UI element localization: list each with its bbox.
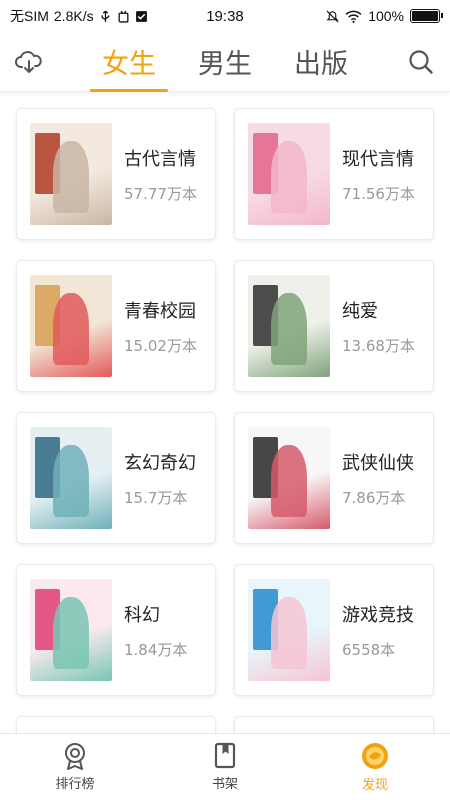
category-card[interactable]: 武侠仙侠 7.86万本 xyxy=(234,412,434,544)
category-card-partial[interactable] xyxy=(234,716,434,733)
nav-discover[interactable]: 发现 xyxy=(300,734,450,800)
category-card[interactable]: 玄幻奇幻 15.7万本 xyxy=(16,412,216,544)
category-count: 57.77万本 xyxy=(124,184,197,203)
category-name: 游戏竞技 xyxy=(342,604,414,626)
top-header: 女生 男生 出版 xyxy=(0,32,450,92)
category-count: 7.86万本 xyxy=(342,488,406,507)
category-name: 科幻 xyxy=(124,604,160,626)
tab-female[interactable]: 女生 xyxy=(90,32,168,92)
category-name: 现代言情 xyxy=(342,148,414,170)
search-icon xyxy=(409,49,433,74)
category-count: 6558本 xyxy=(342,640,396,659)
category-card[interactable]: 青春校园 15.02万本 xyxy=(16,260,216,392)
download-button[interactable] xyxy=(0,32,58,92)
discover-icon xyxy=(362,743,388,769)
debug-icon xyxy=(118,10,129,23)
category-card[interactable]: 纯爱 13.68万本 xyxy=(234,260,434,392)
nav-bookshelf[interactable]: 书架 xyxy=(150,734,300,800)
battery-percent: 100% xyxy=(368,8,404,24)
carrier-text: 无SIM xyxy=(10,8,49,24)
category-count: 15.7万本 xyxy=(124,488,188,507)
nav-discover-label: 发现 xyxy=(361,778,388,793)
category-card[interactable]: 科幻 1.84万本 xyxy=(16,564,216,696)
search-button[interactable] xyxy=(392,32,450,92)
category-count: 1.84万本 xyxy=(124,640,188,659)
bookshelf-icon xyxy=(214,742,236,769)
category-name: 玄幻奇幻 xyxy=(124,452,196,474)
category-card[interactable]: 游戏竞技 6558本 xyxy=(234,564,434,696)
category-count: 13.68万本 xyxy=(342,336,415,355)
nav-ranking[interactable]: 排行榜 xyxy=(0,734,150,800)
category-card[interactable]: 现代言情 71.56万本 xyxy=(234,108,434,240)
book-cover-image xyxy=(30,579,112,681)
category-count: 15.02万本 xyxy=(124,336,197,355)
gender-tabs: 女生 男生 出版 xyxy=(58,32,392,92)
wifi-icon xyxy=(345,10,362,23)
battery-icon xyxy=(410,9,443,23)
book-cover-image xyxy=(248,579,330,681)
cloud-download-icon xyxy=(15,50,42,73)
book-cover-image xyxy=(30,123,112,225)
category-grid: 古代言情 57.77万本 现代言情 71.56万本 青春校园 15.02万本 纯爱 13… xyxy=(0,93,450,733)
medal-icon xyxy=(65,743,85,770)
check-box-icon xyxy=(135,10,147,22)
category-name: 古代言情 xyxy=(124,148,196,170)
category-name: 武侠仙侠 xyxy=(342,452,414,474)
book-cover-image xyxy=(248,123,330,225)
network-speed-text: 2.8K/s xyxy=(53,8,94,24)
category-card-partial[interactable] xyxy=(16,716,216,733)
clock-text: 19:38 xyxy=(206,7,244,25)
category-count: 71.56万本 xyxy=(342,184,415,203)
book-cover-image xyxy=(248,275,330,377)
tab-male[interactable]: 男生 xyxy=(186,32,264,92)
category-name: 纯爱 xyxy=(342,300,378,322)
book-cover-image xyxy=(30,427,112,529)
status-right: 100% xyxy=(280,8,443,24)
nav-bookshelf-label: 书架 xyxy=(211,777,238,792)
category-name: 青春校园 xyxy=(124,300,196,322)
battery-fill xyxy=(412,11,438,21)
book-cover-image xyxy=(30,275,112,377)
tab-publish[interactable]: 出版 xyxy=(282,32,360,92)
mute-bell-icon xyxy=(326,10,339,22)
status-bar: 无SIM 2.8K/s 19:38 100% xyxy=(0,0,450,32)
book-cover-image xyxy=(248,427,330,529)
status-left: 无SIM 2.8K/s xyxy=(10,6,170,26)
category-card[interactable]: 古代言情 57.77万本 xyxy=(16,108,216,240)
usb-icon xyxy=(101,10,109,22)
nav-ranking-label: 排行榜 xyxy=(55,777,95,792)
bottom-nav: 排行榜 书架 发现 xyxy=(0,733,450,800)
